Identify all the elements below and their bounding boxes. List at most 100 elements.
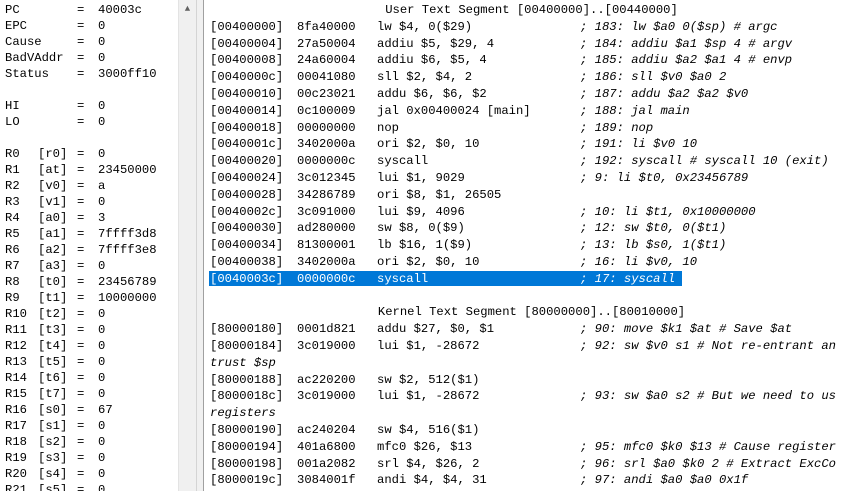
register-alias: [t2] — [38, 307, 68, 321]
instruction-address: [00400038] — [210, 255, 284, 269]
instruction-address: [00400000] — [210, 19, 284, 34]
instruction-text: nop — [377, 120, 399, 135]
instruction-line[interactable]: [00400024] 3c012345 lui $1, 9029 ; 9: li $t… — [210, 170, 858, 186]
instruction-line[interactable]: [0040002c] 3c091000 lui $9, 4096 ; 10: li $… — [210, 204, 858, 220]
register-value: 0 — [98, 195, 106, 209]
register-alias: [s1] — [38, 419, 68, 433]
register-value: 0 — [98, 387, 106, 401]
instruction-line[interactable]: [00400018] 00000000 nop ; 189: nop — [210, 120, 858, 136]
register-name: R19 — [5, 451, 27, 465]
equals-sign: = — [77, 179, 85, 193]
register-panel: PC = 40003c EPC = 0 Cause = 0 BadVAddr = 0 Status = 30… — [0, 0, 178, 491]
equals-sign: = — [77, 67, 85, 81]
instruction-line[interactable]: [80000184] 3c019000 lui $1, -28672 ; 92: sw… — [210, 338, 858, 354]
instruction-line[interactable]: [00400034] 81300001 lb $16, 1($9) ; 13: lb … — [210, 237, 858, 253]
register-name: R21 — [5, 483, 27, 491]
pane-splitter[interactable] — [196, 0, 204, 491]
instruction-line[interactable]: [00400014] 0c100009 jal 0x00400024 [main];… — [210, 103, 858, 119]
register-name: R15 — [5, 387, 27, 401]
register-value: 0 — [98, 99, 106, 113]
equals-sign: = — [77, 275, 85, 289]
register-scrollbar[interactable]: ▲ — [178, 0, 196, 491]
instruction-text: syscall — [377, 154, 429, 169]
instruction-line[interactable]: [80000188] ac220200 sw $2, 512($1) — [210, 372, 858, 388]
register-alias: [at] — [38, 163, 68, 177]
equals-sign: = — [77, 163, 85, 177]
instruction-line[interactable]: [00400000] 8fa40000 lw $4, 0($29) ; 183: lw… — [210, 19, 858, 35]
instruction-address: [0040000c] — [210, 70, 284, 85]
register-name: BadVAddr — [5, 51, 64, 65]
instruction-text: ori $2, $0, 10 — [377, 137, 480, 152]
register-name: R6 — [5, 243, 20, 257]
instruction-line[interactable]: [8000019c] 3084001f andi $4, $4, 31 ; 97: a… — [210, 472, 858, 488]
register-value: 0 — [98, 323, 106, 337]
instruction-address: [80000194] — [210, 439, 284, 454]
equals-sign: = — [77, 371, 85, 385]
machine-code: 0000000c — [297, 271, 356, 286]
register-alias: [s4] — [38, 467, 68, 481]
instruction-line[interactable]: [0040001c] 3402000a ori $2, $0, 10 ; 191: l… — [210, 136, 858, 152]
equals-sign: = — [77, 227, 85, 241]
source-comment: ; 16: li $v0, 10 — [580, 255, 698, 269]
equals-sign: = — [77, 51, 85, 65]
machine-code: 0000000c — [297, 154, 356, 169]
source-comment: ; 12: sw $t0, 0($t1) — [580, 221, 727, 236]
register-value: 67 — [98, 403, 113, 417]
instruction-address: [80000180] — [210, 322, 284, 337]
register-alias: [s5] — [38, 483, 68, 491]
instruction-line[interactable]: [00400038] 3402000a ori $2, $0, 10 ; 16: li… — [210, 254, 858, 270]
instruction-line[interactable]: [00400008] 24a60004 addiu $6, $5, 4 ; 185: … — [210, 52, 858, 68]
instruction-line[interactable]: [80000194] 401a6800 mfc0 $26, $13 ; 95: mfc… — [210, 439, 858, 455]
register-alias: [t6] — [38, 371, 68, 385]
register-value: 0 — [98, 19, 106, 33]
instruction-line[interactable]: [00400020] 0000000c syscall ; 192: syscall … — [210, 153, 858, 169]
instruction-line[interactable]: [00400030] ad280000 sw $8, 0($9) ; 12: sw $… — [210, 220, 858, 236]
register-value: 0 — [98, 435, 106, 449]
instruction-text: addu $6, $6, $2 — [377, 87, 487, 101]
register-value: 10000000 — [98, 291, 157, 305]
register-name: R11 — [5, 323, 27, 337]
register-alias: [t7] — [38, 387, 68, 401]
instruction-line-selected[interactable]: [0040003c] 0000000c syscall ; 17: syscall — [210, 271, 858, 287]
machine-code: 0c100009 — [297, 103, 356, 118]
register-value: 0 — [98, 51, 106, 65]
instruction-line[interactable]: [80000198] 001a2082 srl $4, $26, 2 ; 96: sr… — [210, 456, 858, 472]
instruction-address: [0040002c] — [210, 204, 284, 219]
instruction-line[interactable]: [80000190] ac240204 sw $4, 516($1) — [210, 422, 858, 438]
machine-code: 001a2082 — [297, 456, 356, 471]
instruction-line[interactable]: [80000180] 0001d821 addu $27, $0, $1 ; 90: … — [210, 321, 858, 337]
instruction-address: [8000018c] — [210, 389, 284, 404]
equals-sign: = — [77, 355, 85, 369]
register-name: R18 — [5, 435, 27, 449]
instruction-address: [80000190] — [210, 423, 284, 437]
instruction-text: ori $2, $0, 10 — [377, 255, 480, 269]
instruction-text: sw $4, 516($1) — [377, 423, 480, 437]
register-value: 0 — [98, 371, 106, 385]
equals-sign: = — [77, 451, 85, 465]
equals-sign: = — [77, 323, 85, 337]
text-segment-panel: User Text Segment [00400000]..[00440000]… — [205, 0, 858, 491]
instruction-line[interactable]: [00400010] 00c23021 addu $6, $6, $2 ; 187: … — [210, 86, 858, 102]
register-name: R20 — [5, 467, 27, 481]
instruction-line[interactable]: [8000018c] 3c019000 lui $1, -28672 ; 93: sw… — [210, 388, 858, 404]
instruction-text: lui $1, 9029 — [377, 171, 465, 185]
instruction-text: srl $4, $26, 2 — [377, 456, 480, 471]
machine-code: 24a60004 — [297, 53, 356, 68]
instruction-text: sll $2, $4, 2 — [377, 70, 473, 85]
instruction-address: [00400028] — [210, 187, 284, 202]
register-name: R1 — [5, 163, 20, 177]
register-name: R4 — [5, 211, 20, 225]
instruction-line[interactable]: [0040000c] 00041080 sll $2, $4, 2 ; 186: sl… — [210, 69, 858, 85]
register-alias: [a3] — [38, 259, 68, 273]
machine-code: 401a6800 — [297, 439, 356, 454]
source-comment: ; 13: lb $s0, 1($t1) — [580, 238, 727, 253]
comment-continuation: registers — [210, 406, 276, 421]
instruction-line[interactable]: [00400004] 27a50004 addiu $5, $29, 4 ; 184:… — [210, 36, 858, 52]
source-comment: ; 92: sw $v0 s1 # Not re-entrant an — [580, 339, 836, 353]
register-alias: [a2] — [38, 243, 68, 257]
register-alias: [v0] — [38, 179, 68, 193]
scroll-up-arrow-icon[interactable]: ▲ — [179, 0, 196, 17]
instruction-text: sw $8, 0($9) — [377, 221, 465, 236]
machine-code: 3c091000 — [297, 204, 356, 219]
instruction-line[interactable]: [00400028] 34286789 ori $8, $1, 26505 — [210, 187, 858, 203]
